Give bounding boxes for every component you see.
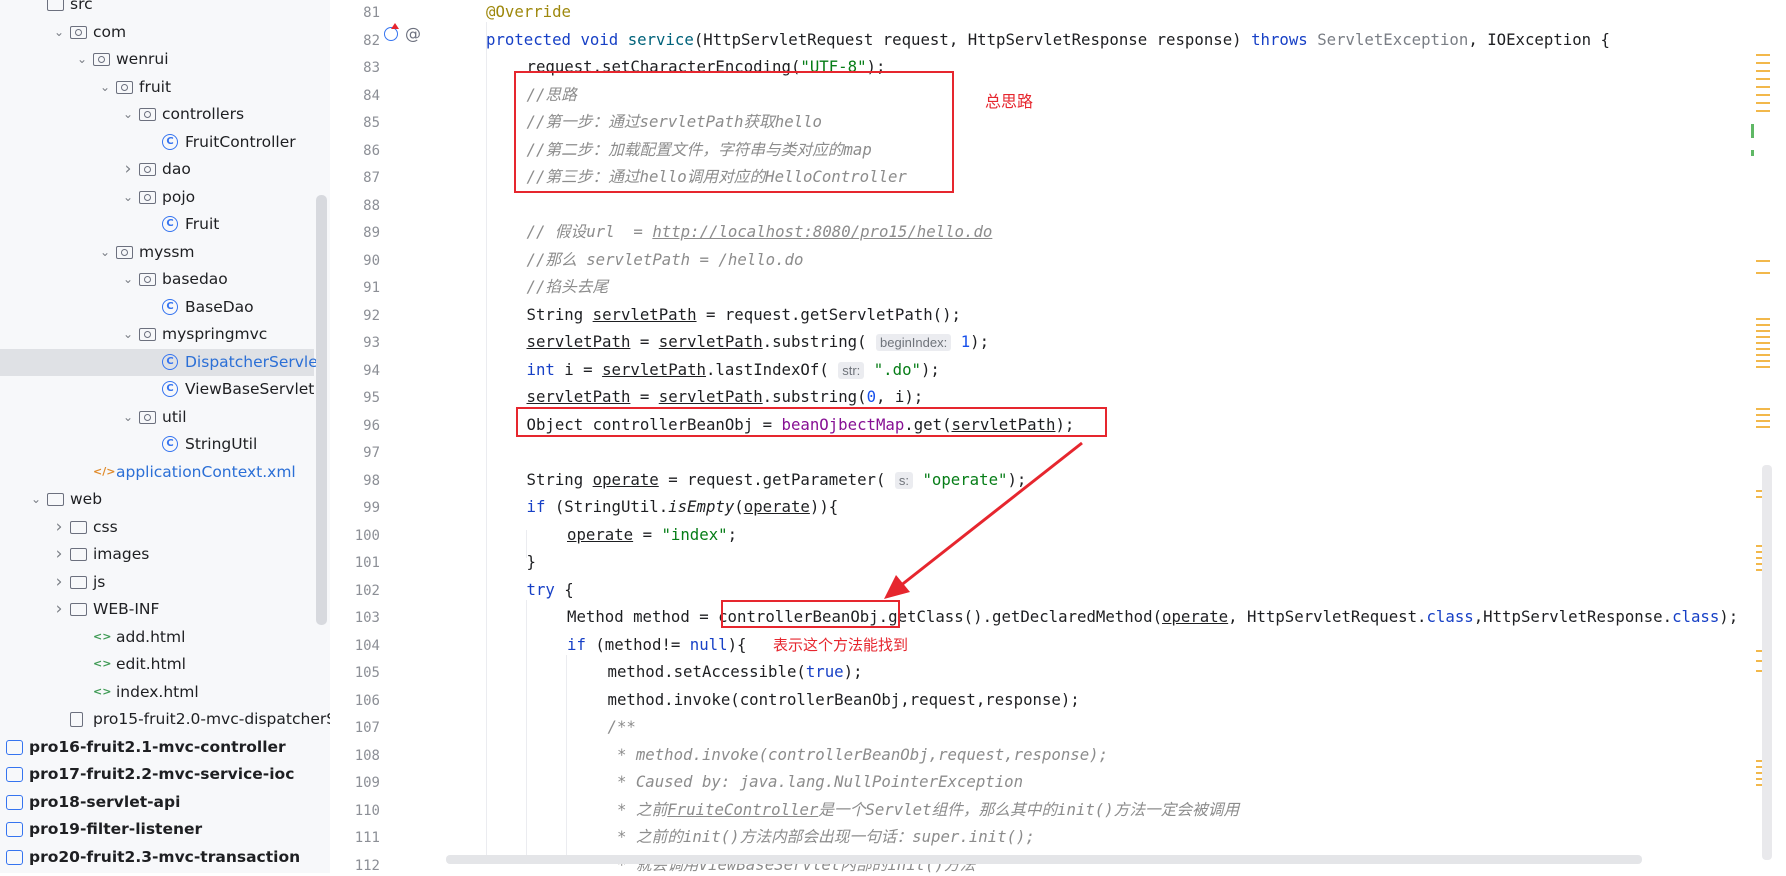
warning-marker[interactable] <box>1756 78 1770 80</box>
warning-marker[interactable] <box>1756 426 1770 428</box>
warning-marker[interactable] <box>1756 336 1770 338</box>
warning-marker[interactable] <box>1756 354 1770 356</box>
warning-marker[interactable] <box>1756 272 1770 274</box>
warning-marker[interactable] <box>1756 54 1770 56</box>
warning-marker[interactable] <box>1756 102 1770 104</box>
warning-marker[interactable] <box>1756 70 1770 72</box>
warning-marker[interactable] <box>1756 414 1770 416</box>
warning-marker[interactable] <box>1756 62 1770 64</box>
warning-marker[interactable] <box>1756 94 1770 96</box>
warning-marker[interactable] <box>1756 408 1770 410</box>
change-marker <box>1751 124 1754 138</box>
warning-marker[interactable] <box>1756 366 1770 368</box>
annotation-arrow <box>884 441 1083 599</box>
warning-marker[interactable] <box>1756 324 1770 326</box>
horizontal-scrollbar[interactable] <box>446 855 1642 864</box>
warning-marker[interactable] <box>1756 342 1770 344</box>
warning-marker[interactable] <box>1756 360 1770 362</box>
change-marker <box>1751 150 1754 156</box>
warning-marker[interactable] <box>1756 318 1770 320</box>
warning-marker[interactable] <box>1756 86 1770 88</box>
warning-marker[interactable] <box>1756 260 1770 262</box>
warning-marker[interactable] <box>1756 348 1770 350</box>
vertical-scrollbar[interactable] <box>1762 465 1772 860</box>
warning-marker[interactable] <box>1756 420 1770 422</box>
warning-marker[interactable] <box>1756 110 1770 112</box>
warning-marker[interactable] <box>1756 330 1770 332</box>
